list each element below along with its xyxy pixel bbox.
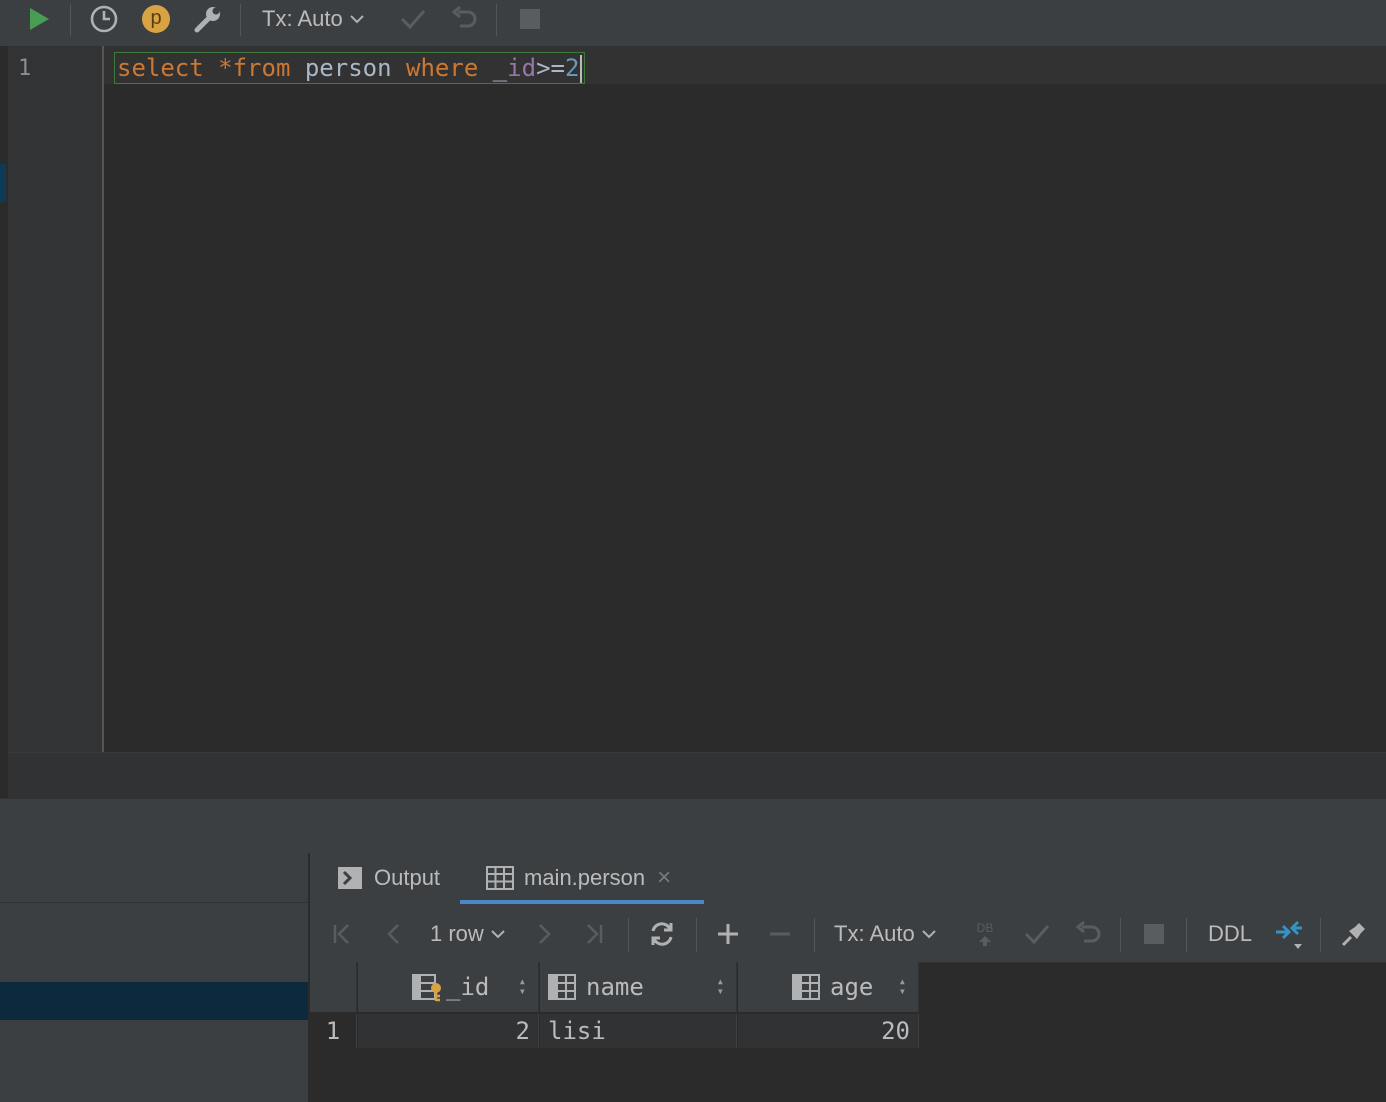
- results-tx-mode-label: Tx: Auto: [834, 921, 915, 946]
- editor-bottom-strip: [8, 752, 1386, 799]
- db-label: DB: [976, 921, 994, 935]
- row-count-label: 1 row: [430, 921, 484, 946]
- results-tabs: Output main.person ×: [310, 852, 1386, 907]
- pin-icon[interactable]: [1334, 906, 1374, 962]
- sql-editor[interactable]: 1 select *from person where _id>=2: [0, 46, 1386, 799]
- column-header-age[interactable]: age ▴ ▾: [738, 962, 919, 1012]
- upload-arrow-icon: [979, 936, 991, 946]
- commit-check-icon[interactable]: [1020, 906, 1054, 962]
- results-grid: _id ▴ ▾ name ▴ ▾ age ▴ ▾ 1 2 lisi 20: [310, 962, 919, 1102]
- tab-output-label: Output: [374, 865, 441, 890]
- services-tree-panel: [0, 852, 308, 1102]
- previous-page-icon[interactable]: [378, 906, 410, 962]
- rollback-icon[interactable]: [448, 0, 482, 38]
- table-cell-name[interactable]: lisi: [540, 1014, 737, 1048]
- toolbar-separator: [1186, 918, 1187, 952]
- column-icon: [548, 974, 576, 1000]
- stop-icon[interactable]: [1140, 906, 1168, 962]
- active-tab-indicator: [460, 900, 704, 904]
- results-toolbar: 1 row Tx: Auto DB DDL: [310, 906, 1386, 963]
- tab-main-person[interactable]: main.person ×: [486, 852, 671, 904]
- toolbar-separator: [70, 4, 71, 36]
- settings-wrench-icon[interactable]: [190, 0, 226, 38]
- services-tree-header: [0, 852, 308, 903]
- first-page-icon[interactable]: [326, 906, 358, 962]
- tx-mode-label: Tx: Auto: [262, 6, 343, 31]
- stop-icon[interactable]: [516, 0, 544, 38]
- ddl-button[interactable]: DDL: [1202, 906, 1258, 962]
- toolbar-separator: [1320, 918, 1321, 952]
- column-reference: id: [507, 54, 537, 82]
- delete-row-icon[interactable]: [764, 906, 796, 962]
- row-number-header: [310, 962, 357, 1012]
- close-tab-icon[interactable]: ×: [657, 864, 671, 892]
- output-console-icon: [338, 867, 362, 889]
- row-number[interactable]: 1: [310, 1014, 357, 1048]
- toolbar-separator: [814, 918, 815, 952]
- toolbar-separator: [240, 4, 241, 36]
- commit-check-icon[interactable]: [396, 0, 430, 38]
- ddl-label: DDL: [1207, 921, 1252, 946]
- toolbar-separator: [628, 918, 629, 952]
- tx-mode-dropdown[interactable]: Tx: Auto: [262, 0, 376, 38]
- table-name: person: [304, 54, 392, 82]
- editor-gutter: [8, 46, 104, 752]
- last-page-icon[interactable]: [578, 906, 610, 962]
- row-count-dropdown[interactable]: 1 row: [430, 906, 514, 962]
- keyword-from: from: [232, 54, 291, 82]
- results-panel: Output main.person × 1 row Tx: Auto DB D…: [310, 852, 1386, 1102]
- column-header-id[interactable]: _id ▴ ▾: [358, 962, 539, 1012]
- tab-main-person-label: main.person: [524, 865, 646, 890]
- sql-statement[interactable]: select *from person where _id>=2: [114, 52, 586, 84]
- toolbar-separator: [1120, 918, 1121, 952]
- column-icon: [792, 974, 820, 1000]
- history-icon[interactable]: [86, 0, 122, 38]
- table-cell-id[interactable]: 2: [358, 1014, 539, 1048]
- column-header-label: _id: [446, 973, 490, 1001]
- compare-arrows-icon[interactable]: [1268, 906, 1308, 962]
- number-literal: 2: [564, 54, 580, 82]
- gutter-divider: [102, 46, 104, 752]
- run-icon[interactable]: [22, 0, 56, 38]
- column-header-label: age: [830, 973, 874, 1001]
- toolbar-separator: [696, 918, 697, 952]
- column-header-name[interactable]: name ▴ ▾: [540, 962, 737, 1012]
- selected-tree-item[interactable]: [0, 982, 308, 1020]
- sort-arrows-icon[interactable]: ▴ ▾: [519, 975, 526, 997]
- sort-arrows-icon[interactable]: ▴ ▾: [899, 975, 906, 997]
- column-prefix: _: [492, 54, 508, 82]
- chevron-down-icon: [922, 930, 936, 939]
- asterisk: *: [218, 54, 233, 82]
- editor-toolbar: p Tx: Auto: [0, 0, 1386, 46]
- chevron-down-icon: [491, 930, 505, 939]
- gutter-marker: [0, 164, 6, 202]
- column-header-label: name: [586, 973, 644, 1001]
- next-page-icon[interactable]: [528, 906, 560, 962]
- comparison-operator: >=: [536, 54, 565, 82]
- line-number: 1: [18, 56, 32, 81]
- chevron-down-icon: [350, 15, 364, 24]
- panel-splitter[interactable]: [0, 798, 1386, 854]
- sort-arrows-icon[interactable]: ▴ ▾: [717, 975, 724, 997]
- profile-badge: p: [142, 5, 170, 33]
- rollback-icon[interactable]: [1072, 906, 1106, 962]
- keyword-select: select: [117, 54, 204, 82]
- submit-to-db-icon[interactable]: DB: [970, 906, 1000, 962]
- profile-icon[interactable]: p: [138, 0, 174, 38]
- text-cursor: [580, 55, 583, 83]
- results-tx-mode-dropdown[interactable]: Tx: Auto: [834, 906, 948, 962]
- table-grid-icon: [486, 866, 514, 890]
- toolbar-separator: [496, 4, 497, 36]
- table-cell-age[interactable]: 20: [738, 1014, 919, 1048]
- primary-key-column-icon: [412, 974, 441, 1002]
- refresh-icon[interactable]: [644, 906, 680, 962]
- keyword-where: where: [406, 54, 479, 82]
- add-row-icon[interactable]: [712, 906, 744, 962]
- tab-output[interactable]: Output: [338, 852, 440, 904]
